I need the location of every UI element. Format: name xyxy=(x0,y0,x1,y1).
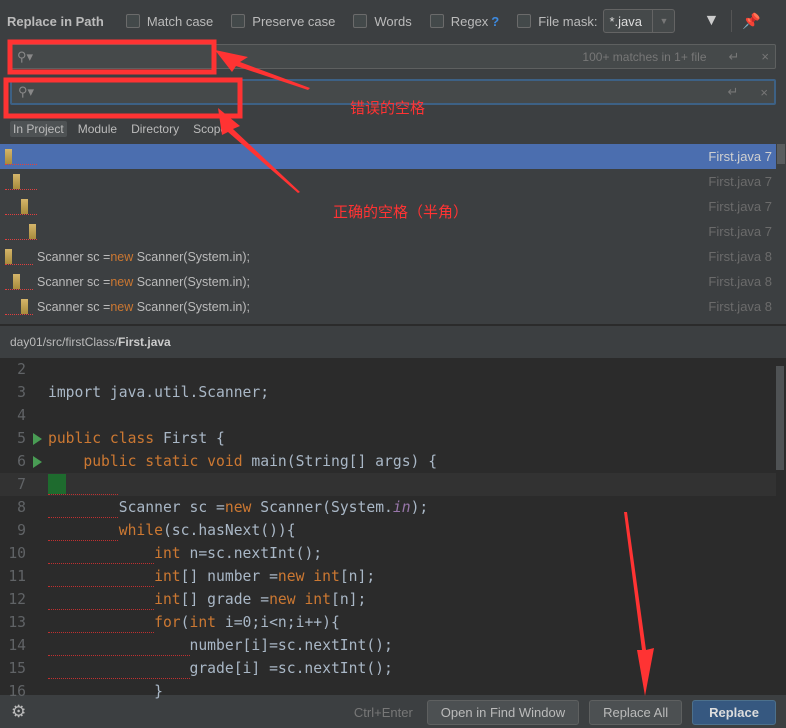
annotation-arrow xyxy=(215,50,310,90)
annotation-box-replace xyxy=(3,77,243,119)
annotation-correct-space: 正确的空格（半角） xyxy=(333,204,469,221)
annotation-wrong-space: 错误的空格 xyxy=(350,100,426,117)
annotation-arrow xyxy=(218,108,300,193)
annotation-box-search xyxy=(7,39,217,75)
annotation-arrow xyxy=(624,512,654,696)
